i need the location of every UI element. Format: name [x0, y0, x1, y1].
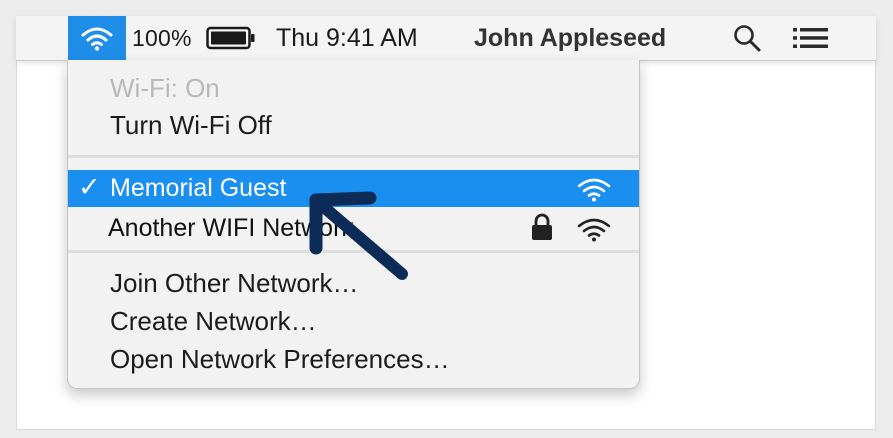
battery-percent: 100%	[132, 24, 192, 51]
list-icon	[793, 28, 828, 48]
wifi-menu-button[interactable]	[68, 16, 126, 60]
lock-icon	[532, 213, 552, 240]
battery-icon[interactable]	[206, 16, 256, 60]
notification-center-button[interactable]	[792, 16, 830, 60]
wifi-signal-icon	[577, 218, 611, 242]
wifi-status: Wi-Fi: On	[110, 73, 220, 103]
menu-bar: 100% Thu 9:41 AM John Appleseed	[16, 16, 876, 61]
checkmark-icon: ✓	[78, 172, 101, 202]
turn-wifi-off-item[interactable]: Turn Wi-Fi Off	[110, 110, 272, 141]
open-network-preferences-item[interactable]: Open Network Preferences…	[110, 344, 450, 375]
user-name[interactable]: John Appleseed	[474, 16, 666, 60]
wifi-signal-icon	[577, 178, 611, 202]
network-name: Memorial Guest	[110, 174, 287, 202]
search-button[interactable]	[732, 16, 762, 60]
wifi-icon	[81, 27, 113, 51]
search-icon	[734, 25, 761, 52]
clock[interactable]: Thu 9:41 AM	[276, 16, 418, 60]
create-network-item[interactable]: Create Network…	[110, 306, 317, 337]
separator	[68, 155, 639, 158]
arrow-pointer-icon	[309, 191, 408, 280]
